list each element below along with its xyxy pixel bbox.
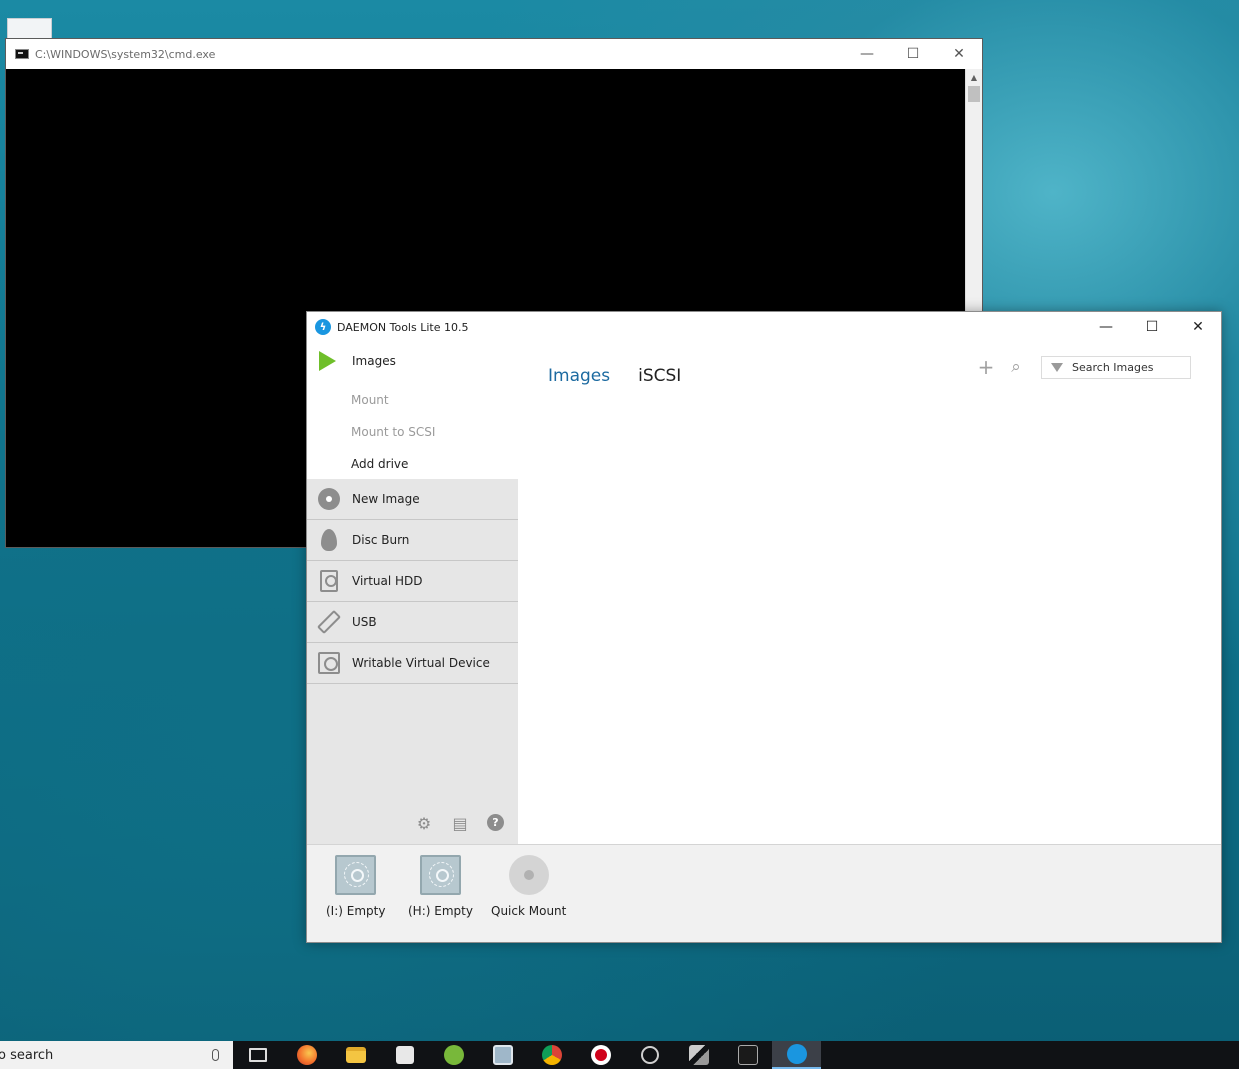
sidebar-subitem-mount-to-scsi: Mount to SCSI <box>351 425 436 439</box>
close-button[interactable]: ✕ <box>936 39 982 69</box>
drives-panel: (I:) Empty (H:) Empty Quick Mount <box>307 844 1221 942</box>
utorrent-icon <box>443 1045 464 1065</box>
play-icon <box>319 351 336 371</box>
taskbar-app-store[interactable] <box>380 1041 429 1069</box>
tab-bar: Images iSCSI <box>548 366 681 386</box>
microphone-icon[interactable] <box>212 1049 219 1061</box>
taskbar-app-console[interactable] <box>723 1041 772 1069</box>
maximize-button[interactable]: ☐ <box>1129 312 1175 342</box>
scrollbar-thumb[interactable] <box>968 86 980 102</box>
taskbar-app-firefox[interactable] <box>282 1041 331 1069</box>
taskbar-app-daemon-tools[interactable] <box>772 1041 821 1069</box>
quick-mount-button[interactable]: Quick Mount <box>491 855 566 918</box>
minimize-button[interactable]: — <box>844 39 890 69</box>
search-icon[interactable]: ⌕ <box>1007 357 1025 377</box>
photos-icon <box>492 1045 513 1065</box>
cmd-titlebar[interactable]: C:\WINDOWS\system32\cmd.exe — ☐ ✕ <box>6 39 982 69</box>
virtual-drive-icon <box>419 855 461 895</box>
drive-label: (I:) Empty <box>326 904 386 918</box>
news-icon[interactable]: ▤ <box>451 814 469 833</box>
minimize-button[interactable]: — <box>1083 312 1129 342</box>
sidebar-item-writable-virtual-device[interactable]: Writable Virtual Device <box>307 643 518 684</box>
taskbar-app-file-explorer[interactable] <box>331 1041 380 1069</box>
virtual-drive-icon <box>335 855 377 895</box>
sidebar-item-label: Images <box>352 354 396 368</box>
quick-mount-disc-icon <box>508 855 549 895</box>
usb-icon <box>316 609 342 635</box>
writable-device-icon <box>318 652 340 674</box>
sidebar-item-label: Virtual HDD <box>352 574 423 588</box>
record-icon <box>590 1045 611 1065</box>
sidebar-item-disc-burn[interactable]: Disc Burn <box>307 520 518 561</box>
disc-icon <box>318 488 340 510</box>
sidebar-footer: ⚙ ▤ ? <box>307 814 518 833</box>
sidebar: Images Mount Mount to SCSI Add drive New… <box>307 342 518 844</box>
sidebar-item-label: Disc Burn <box>352 533 410 547</box>
taskbar-app-spiral[interactable] <box>625 1041 674 1069</box>
flame-icon <box>321 529 337 551</box>
gear-icon[interactable]: ⚙ <box>415 814 433 833</box>
console-icon <box>15 49 29 59</box>
daemon-titlebar[interactable]: ϟ DAEMON Tools Lite 10.5 — ☐ ✕ <box>307 312 1221 342</box>
sidebar-item-new-image[interactable]: New Image <box>307 479 518 520</box>
tab-iscsi[interactable]: iSCSI <box>638 366 681 386</box>
images-section: Images Mount Mount to SCSI Add drive <box>307 342 518 479</box>
filter-icon <box>1051 362 1063 372</box>
console-icon <box>737 1045 758 1065</box>
tab-images[interactable]: Images <box>548 366 610 386</box>
tool-icon <box>688 1045 709 1065</box>
daemon-tools-icon <box>786 1044 807 1064</box>
help-icon[interactable]: ? <box>487 814 504 831</box>
task-view-icon <box>248 1048 267 1062</box>
taskbar-search-box[interactable]: o search <box>0 1041 233 1069</box>
daemon-window-title: DAEMON Tools Lite 10.5 <box>337 320 469 334</box>
sidebar-item-virtual-hdd[interactable]: Virtual HDD <box>307 561 518 602</box>
sidebar-item-label: Writable Virtual Device <box>352 656 490 670</box>
taskbar-app-recorder[interactable] <box>576 1041 625 1069</box>
search-input[interactable] <box>1072 360 1182 374</box>
daemon-tools-window[interactable]: ϟ DAEMON Tools Lite 10.5 — ☐ ✕ Images Mo… <box>306 311 1222 943</box>
drive-i[interactable]: (I:) Empty <box>326 855 385 918</box>
toolbar: + ⌕ <box>977 355 1191 379</box>
taskbar: o search <box>0 1041 1239 1069</box>
hdd-icon <box>320 570 338 592</box>
chrome-icon <box>541 1045 562 1065</box>
drive-h[interactable]: (H:) Empty <box>408 855 473 918</box>
taskbar-app-task-view[interactable] <box>233 1041 282 1069</box>
cmd-window-title: C:\WINDOWS\system32\cmd.exe <box>35 47 216 61</box>
taskbar-app-tool[interactable] <box>674 1041 723 1069</box>
sidebar-item-label: USB <box>352 615 377 629</box>
close-button[interactable]: ✕ <box>1175 312 1221 342</box>
spiral-icon <box>640 1046 659 1064</box>
store-icon <box>395 1046 414 1064</box>
scroll-up-arrow-icon[interactable]: ▲ <box>966 69 982 85</box>
search-box[interactable] <box>1041 355 1191 379</box>
maximize-button[interactable]: ☐ <box>890 39 936 69</box>
drive-label: (H:) Empty <box>408 904 473 918</box>
sidebar-subitem-mount: Mount <box>351 393 389 407</box>
sidebar-item-label: New Image <box>352 492 420 506</box>
taskbar-search-text: o search <box>0 1047 54 1063</box>
add-icon[interactable]: + <box>977 355 995 379</box>
quick-mount-label: Quick Mount <box>491 904 567 918</box>
taskbar-app-photos[interactable] <box>478 1041 527 1069</box>
desktop-icon[interactable] <box>7 18 52 40</box>
sidebar-item-usb[interactable]: USB <box>307 602 518 643</box>
main-panel: Images iSCSI + ⌕ <box>518 342 1221 844</box>
sidebar-subitem-add-drive[interactable]: Add drive <box>351 457 408 471</box>
daemon-logo-icon: ϟ <box>315 319 331 335</box>
folder-icon <box>345 1047 366 1063</box>
taskbar-app-utorrent[interactable] <box>429 1041 478 1069</box>
taskbar-app-chrome[interactable] <box>527 1041 576 1069</box>
firefox-icon <box>296 1045 317 1065</box>
sidebar-item-images[interactable]: Images <box>319 351 396 371</box>
